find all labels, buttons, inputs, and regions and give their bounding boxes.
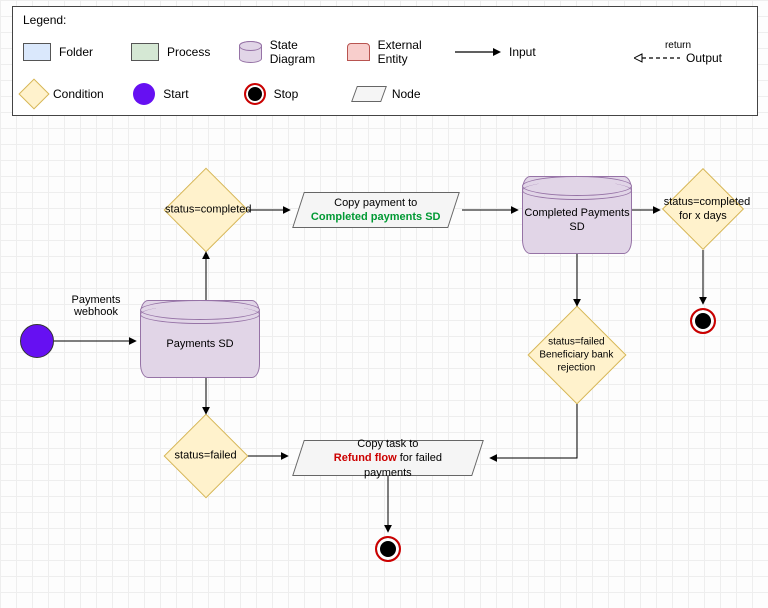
stop-node-completed[interactable] (690, 308, 716, 334)
copy-task-node[interactable]: Copy task toRefund flow for failed payme… (292, 440, 484, 476)
copy-payment-node[interactable]: Copy payment toCompleted payments SD (292, 192, 460, 228)
stop-node-refund[interactable] (375, 536, 401, 562)
cond-failed[interactable]: status=failed (164, 414, 249, 499)
cond-completed-days[interactable]: status=completedfor x days (662, 168, 744, 250)
payments-sd-cylinder[interactable]: Payments SD (140, 300, 260, 378)
diagram-canvas[interactable]: Payments webhook Payments SD Completed P… (0, 0, 768, 608)
completed-sd-label: Completed Payments SD (523, 206, 631, 235)
start-node[interactable] (20, 324, 54, 358)
cond-completed[interactable]: status=completed (164, 168, 249, 253)
completed-sd-cylinder[interactable]: Completed Payments SD (522, 176, 632, 254)
edge-label-webhook: Payments webhook (56, 294, 136, 318)
payments-sd-label: Payments SD (166, 337, 233, 351)
cond-bank-rejection[interactable]: status=failedBeneficiary bankrejection (528, 306, 627, 405)
